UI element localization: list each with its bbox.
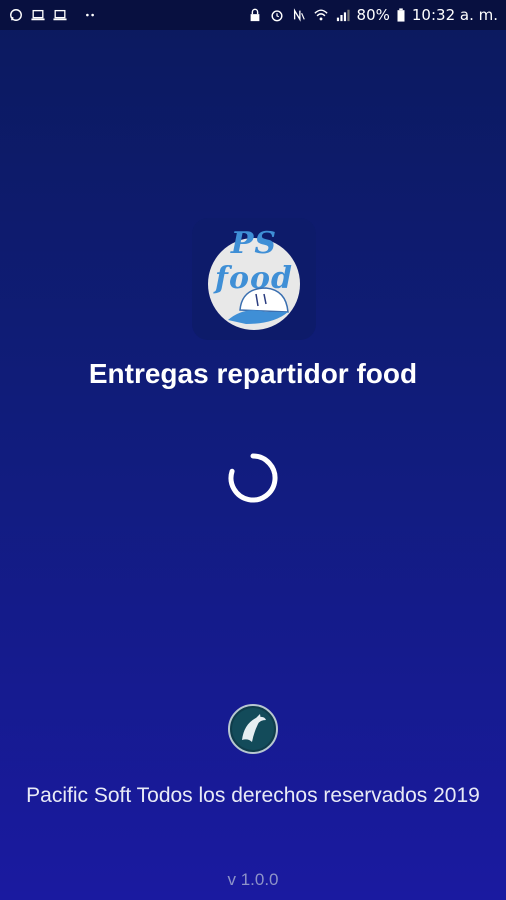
alarm-icon [271, 10, 283, 22]
status-time: 10:32 a. m. [411, 6, 498, 24]
delivery-cap-icon [228, 287, 289, 324]
status-bar-right: 80% 10:32 a. m. [247, 6, 498, 24]
battery-percent: 80% [356, 6, 390, 24]
dolphin-shape [232, 708, 274, 750]
whatsapp-icon [10, 9, 22, 21]
signal-icon [336, 9, 350, 22]
laptop-icon [53, 9, 67, 21]
loading-spinner-icon [228, 453, 278, 503]
copyright-text: Pacific Soft Todos los derechos reservad… [26, 784, 480, 807]
laptop-icon [31, 9, 45, 21]
status-bar: 80% 10:32 a. m. [0, 0, 506, 30]
battery-icon [397, 8, 405, 22]
nfc-icon [293, 8, 305, 22]
more-dots-icon [86, 13, 94, 17]
dolphin-logo-icon [228, 704, 278, 754]
app-version: v 1.0.0 [227, 870, 279, 889]
app-logo: PS food [192, 218, 316, 340]
status-bar-left [8, 8, 98, 22]
lock-icon [250, 8, 259, 22]
app-title: Entregas repartidor food [88, 358, 418, 389]
wifi-icon [313, 9, 328, 21]
